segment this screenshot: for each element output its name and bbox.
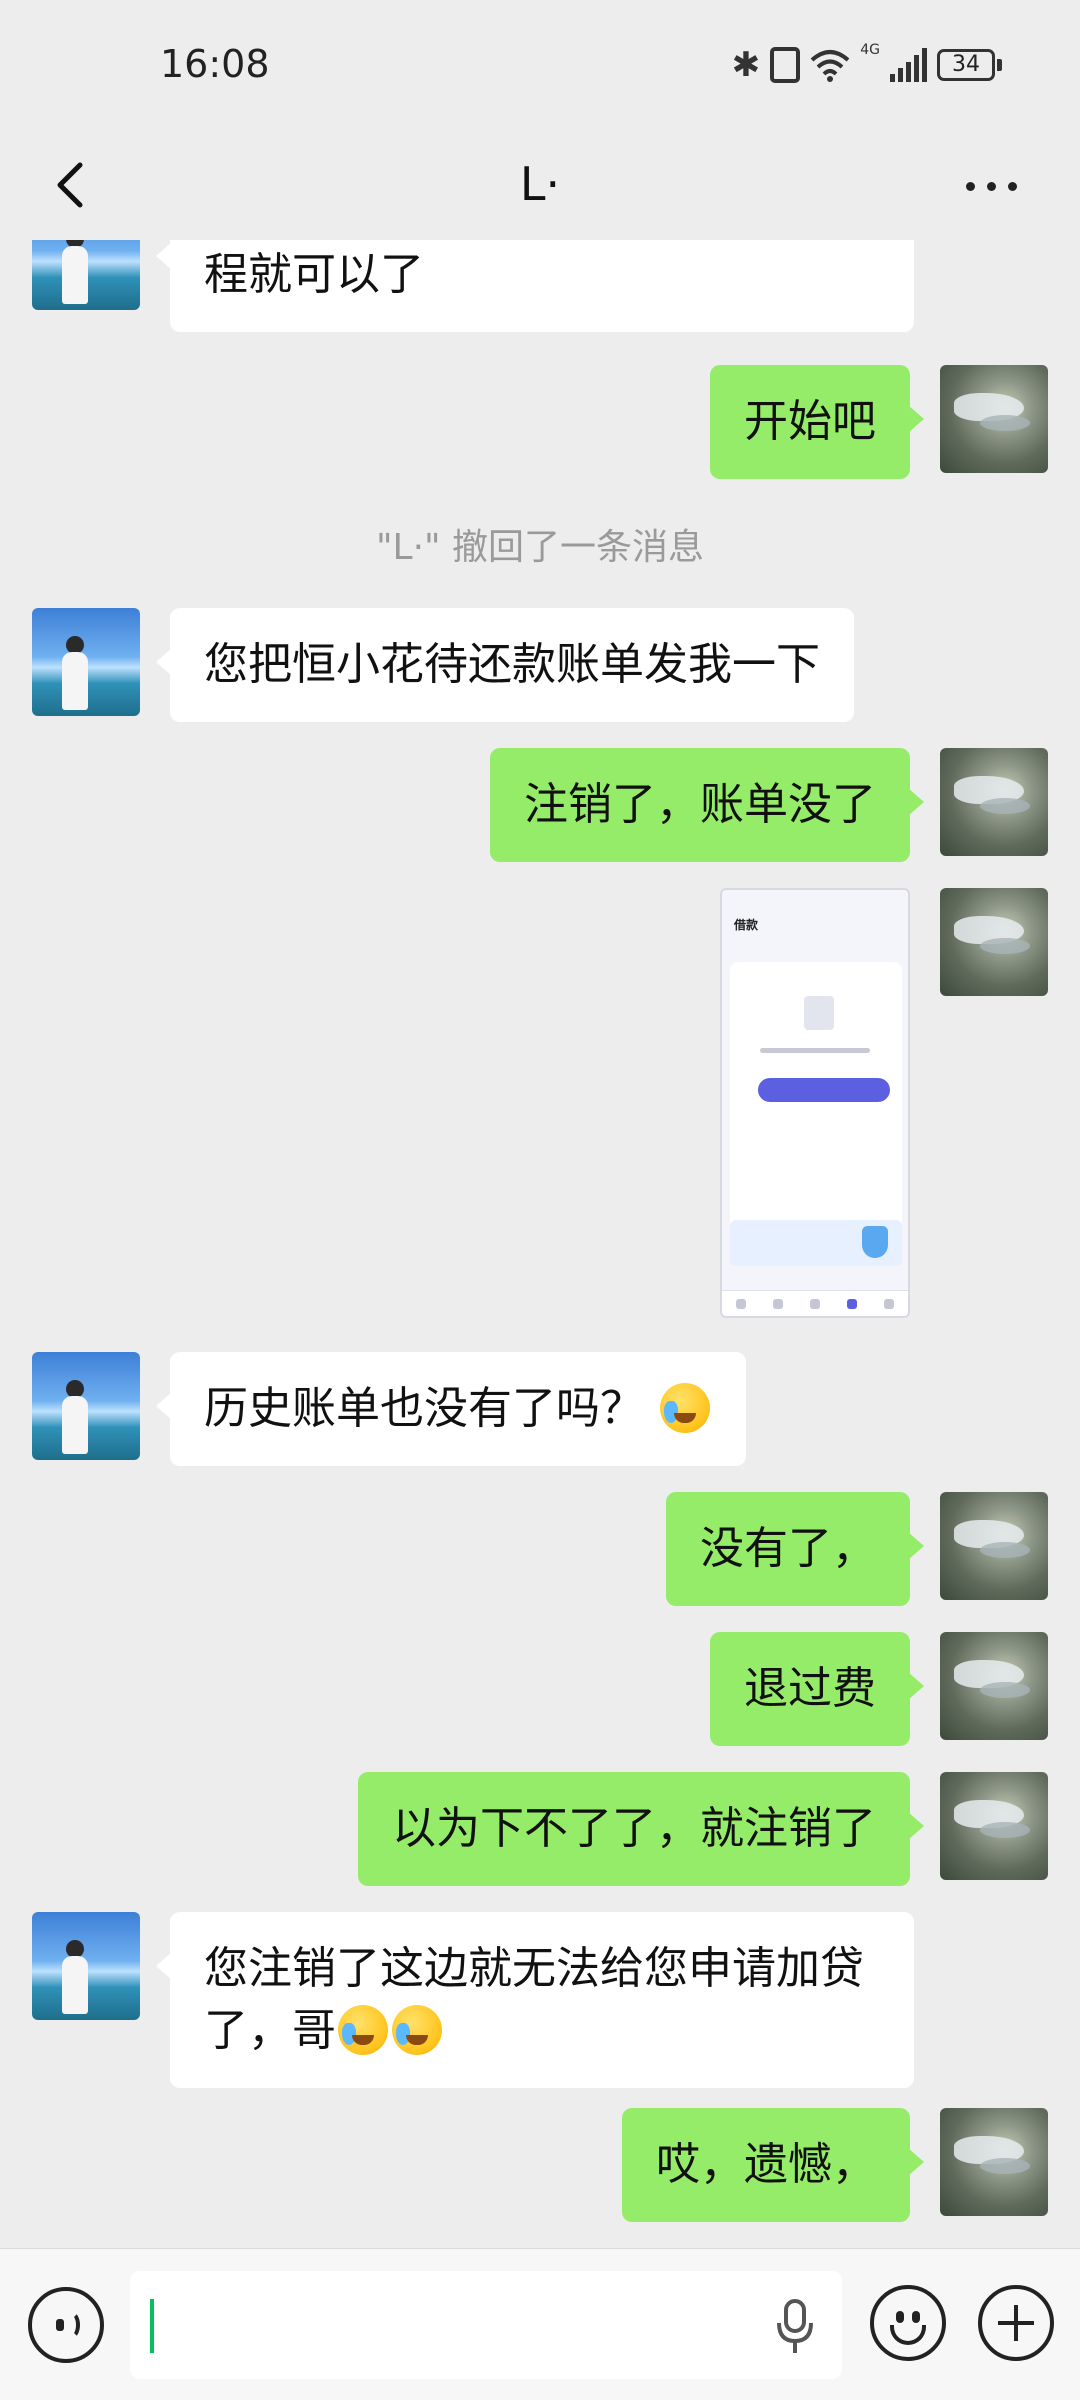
avatar-other[interactable]	[32, 1912, 140, 2020]
shield-icon	[862, 1226, 888, 1258]
battery-icon: 34	[937, 49, 1002, 81]
battery-level: 34	[937, 49, 995, 81]
signal-icon	[890, 48, 927, 82]
message-bubble-other[interactable]: 历史账单也没有了吗？	[156, 1352, 746, 1466]
avatar-me[interactable]	[940, 1772, 1048, 1880]
message-text: 历史账单也没有了吗？	[204, 1383, 644, 1434]
message-bubble-other[interactable]: 您注销了这边就无法给您申请加贷 了，哥	[156, 1912, 914, 2088]
message-text: 程就可以了	[204, 249, 424, 300]
avatar-me[interactable]	[940, 1492, 1048, 1600]
input-bar	[0, 2248, 1080, 2400]
image-title: 借款	[734, 918, 759, 932]
chat-title: L·	[519, 157, 561, 211]
recall-notice: "L·" 撤回了一条消息	[375, 527, 705, 568]
status-time: 16:08	[160, 42, 270, 86]
text-caret	[150, 2299, 154, 2353]
message-bubble-me[interactable]: 注销了，账单没了	[490, 748, 924, 862]
avatar-me[interactable]	[940, 748, 1048, 856]
message-bubble-other[interactable]: 您把恒小花待还款账单发我一下	[156, 608, 854, 722]
message-text: 您把恒小花待还款账单发我一下	[204, 639, 820, 690]
avatar-me[interactable]	[940, 2108, 1048, 2216]
wifi-icon	[810, 50, 850, 82]
crying-laughing-emoji	[660, 1383, 710, 1433]
message-text: 注销了，账单没了	[524, 779, 876, 830]
image-banner	[730, 1220, 902, 1266]
message-bubble-me[interactable]: 哎，遗憾，	[622, 2108, 924, 2222]
avatar-me[interactable]	[940, 365, 1048, 473]
status-icons: ✱ 4G 34	[731, 42, 1002, 85]
message-text: 以为下不了了，就注销了	[392, 1803, 876, 1854]
image-message[interactable]: 借款	[720, 888, 910, 1318]
message-bubble-me[interactable]: 退过费	[710, 1632, 924, 1746]
crying-laughing-emoji	[392, 2005, 442, 2055]
image-tabbar	[722, 1290, 908, 1316]
message-text: 开始吧	[744, 396, 876, 447]
message-input[interactable]	[130, 2271, 842, 2379]
avatar-other[interactable]	[32, 608, 140, 716]
message-text-line2: 了，哥	[204, 2005, 336, 2056]
crying-laughing-emoji	[338, 2005, 388, 2055]
message-list[interactable]: 程就可以了 开始吧 "L·" 撤回了一条消息 您把恒小花待还款账单发我一下 注销…	[0, 240, 1080, 2230]
avatar-me[interactable]	[940, 1632, 1048, 1740]
avatar-me[interactable]	[940, 888, 1048, 996]
message-text: 没有了，	[700, 1523, 876, 1574]
message-bubble-other[interactable]: 程就可以了	[156, 240, 914, 332]
voice-icon[interactable]	[28, 2287, 104, 2363]
chat-header: L·	[0, 135, 1080, 240]
message-text-line1: 您注销了这边就无法给您申请加贷	[204, 1943, 864, 1994]
more-dots-icon[interactable]	[966, 171, 1026, 201]
network-type: 4G	[860, 42, 880, 58]
bluetooth-icon: ✱	[731, 45, 761, 85]
vibrate-icon	[770, 47, 801, 83]
message-bubble-me[interactable]: 没有了，	[666, 1492, 924, 1606]
message-text: 退过费	[744, 1663, 876, 1714]
message-bubble-me[interactable]: 开始吧	[710, 365, 924, 479]
image-card	[730, 962, 902, 1262]
message-text: 哎，遗憾，	[656, 2139, 876, 2190]
avatar-other[interactable]	[32, 240, 140, 310]
status-bar: 16:08 ✱ 4G 34	[0, 0, 1080, 135]
avatar-other[interactable]	[32, 1352, 140, 1460]
microphone-icon[interactable]	[775, 2299, 815, 2355]
emoji-icon[interactable]	[870, 2285, 946, 2361]
message-bubble-me[interactable]: 以为下不了了，就注销了	[358, 1772, 924, 1886]
plus-icon[interactable]	[978, 2285, 1054, 2361]
